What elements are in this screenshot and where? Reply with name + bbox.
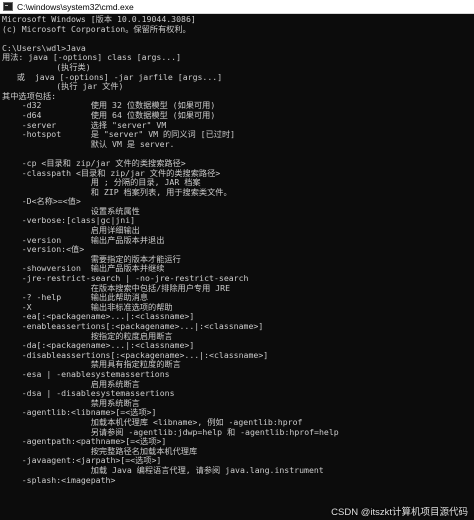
console-line: -d32 使用 32 位数据模型 (如果可用) — [2, 101, 216, 111]
console-line: 禁用具有指定粒度的断言 — [2, 360, 181, 370]
console-line: -javaagent:<jarpath>[=<选项>] — [2, 456, 162, 466]
console-line: 用法: java [-options] class [args...] — [2, 53, 182, 63]
console-line: C:\Users\wdl>Java — [2, 43, 86, 53]
console-line: -version:<值> — [2, 245, 85, 255]
window-title: C:\windows\system32\cmd.exe — [17, 1, 134, 12]
console-line: -da[:<packagename>...|:<classname>] — [2, 341, 195, 351]
cmd-window: C:\windows\system32\cmd.exe Microsoft Wi… — [0, 0, 474, 520]
console-line: 启用系统断言 — [2, 379, 140, 389]
console-line: 加载本机代理库 <libname>, 例如 -agentlib:hprof — [2, 417, 303, 427]
console-line: -agentlib:<libname>[=<选项>] — [2, 408, 157, 418]
console-line: (执行类) — [2, 62, 91, 72]
console-line: -X 输出非标准选项的帮助 — [2, 302, 173, 312]
console-line: -server 选择 "server" VM — [2, 120, 167, 130]
console-line: 需要指定的版本才能运行 — [2, 254, 181, 264]
console-line: -D<名称>=<值> — [2, 197, 81, 207]
watermark: CSDN @itszkt计算机项目源代码 — [331, 507, 468, 518]
console-line: 用 ; 分隔的目录, JAR 档案 — [2, 178, 201, 188]
cmd-prompt-icon — [3, 2, 13, 11]
console-line: 其中选项包括: — [2, 91, 57, 101]
console-line: 在版本搜索中包括/排除用户专用 JRE — [2, 283, 230, 293]
console-line: -disableassertions[:<packagename>...|:<c… — [2, 350, 269, 360]
console-line: 默认 VM 是 server. — [2, 139, 175, 149]
console-line: -showversion 输出产品版本并继续 — [2, 264, 165, 274]
console-line: 按指定的粒度启用断言 — [2, 331, 173, 341]
console-line: -dsa | -disablesystemassertions — [2, 389, 175, 399]
console-line: -classpath <目录和 zip/jar 文件的类搜索路径> — [2, 168, 221, 178]
console-line: 启用详细输出 — [2, 226, 140, 236]
console-line: -? -help 输出此帮助消息 — [2, 293, 149, 303]
console-line: 和 ZIP 档案列表, 用于搜索类文件。 — [2, 187, 232, 197]
console-output[interactable]: Microsoft Windows [版本 10.0.19044.3086] (c… — [2, 15, 474, 520]
console-line: -jre-restrict-search | -no-jre-restrict-… — [2, 274, 249, 284]
console-line: -agentpath:<pathname>[=<选项>] — [2, 437, 167, 447]
console-line: 设置系统属性 — [2, 206, 140, 216]
console-line: 加载 Java 编程语言代理, 请参阅 java.lang.instrument — [2, 465, 324, 475]
console-line: -cp <目录和 zip/jar 文件的类搜索路径> — [2, 158, 186, 168]
console-line: -splash:<imagepath> — [2, 475, 116, 485]
console-line: -d64 使用 64 位数据模型 (如果可用) — [2, 110, 216, 120]
console-line: 按完整路径名加载本机代理库 — [2, 446, 198, 456]
console-line: 禁用系统断言 — [2, 398, 140, 408]
title-bar[interactable]: C:\windows\system32\cmd.exe — [0, 0, 474, 14]
console-line: -ea[:<packagename>...|:<classname>] — [2, 312, 195, 322]
console-line: 或 java [-options] -jar jarfile [args...] — [2, 72, 223, 82]
console-line: -hotspot 是 "server" VM 的同义词 [已过时] — [2, 130, 236, 140]
console-line: -enableassertions[:<packagename>...|:<cl… — [2, 322, 264, 331]
console-line: 另请参阅 -agentlib:jdwp=help 和 -agentlib:hpr… — [2, 427, 339, 437]
console-line: -verbose:[class|gc|jni] — [2, 216, 136, 226]
console-line: (执行 jar 文件) — [2, 82, 124, 92]
console-line: (c) Microsoft Corporation。保留所有权利。 — [2, 24, 191, 34]
console-line: Microsoft Windows [版本 10.0.19044.3086] — [2, 15, 196, 24]
console-line: -version 输出产品版本并退出 — [2, 235, 165, 245]
console-line: -esa | -enablesystemassertions — [2, 369, 170, 379]
